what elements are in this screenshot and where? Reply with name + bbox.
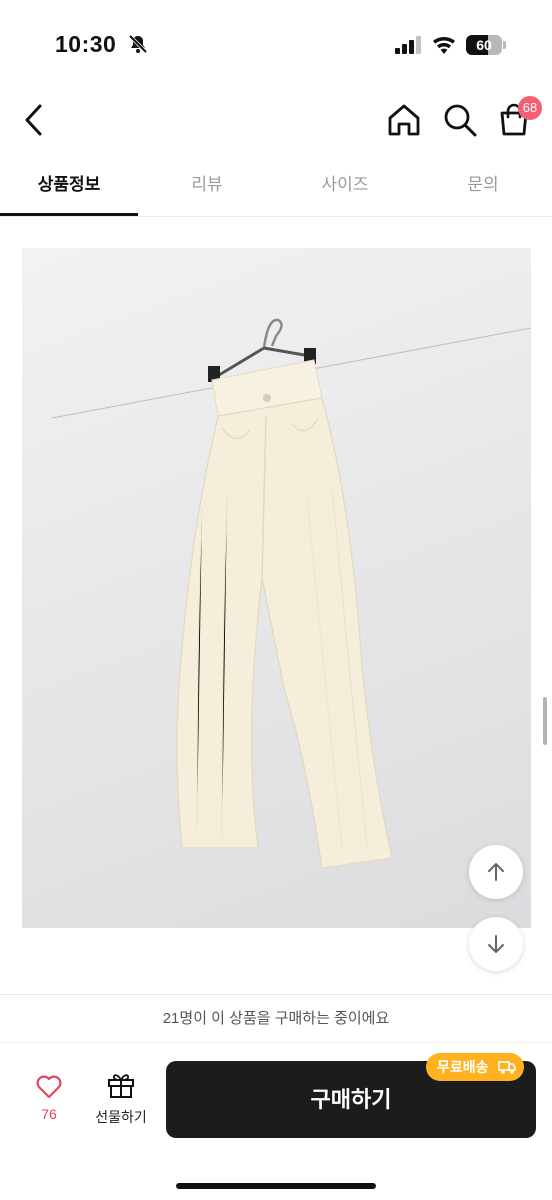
heart-icon bbox=[36, 1075, 62, 1099]
tab-size[interactable]: 사이즈 bbox=[276, 160, 414, 216]
gift-label: 선물하기 bbox=[95, 1109, 147, 1125]
purchase-bar: 21명이 이 상품을 구매하는 중이에요 76 선물하기 구매하기 무료배송 bbox=[0, 994, 552, 1200]
product-image bbox=[22, 248, 531, 928]
gift-icon bbox=[108, 1074, 134, 1098]
cream-pants-illustration bbox=[51, 318, 531, 869]
status-bar: 10:30 60 bbox=[0, 0, 552, 90]
battery-indicator: 60 bbox=[466, 35, 502, 55]
arrow-down-icon bbox=[488, 935, 504, 953]
buyer-count-notice: 21명이 이 상품을 구매하는 중이에요 bbox=[0, 995, 552, 1043]
delivery-truck-icon bbox=[498, 1061, 516, 1074]
home-button[interactable] bbox=[384, 100, 424, 140]
arrow-up-icon bbox=[488, 863, 504, 881]
chevron-left-icon bbox=[25, 104, 42, 136]
cellular-signal-icon bbox=[395, 36, 421, 54]
cart-count-badge: 68 bbox=[518, 96, 542, 120]
search-button[interactable] bbox=[440, 100, 480, 140]
free-shipping-badge: 무료배송 bbox=[426, 1053, 524, 1081]
scroll-to-bottom-button[interactable] bbox=[469, 917, 523, 971]
tab-inquiry[interactable]: 문의 bbox=[414, 160, 552, 216]
home-indicator bbox=[176, 1183, 376, 1189]
scroll-to-top-button[interactable] bbox=[469, 845, 523, 899]
tab-product-info[interactable]: 상품정보 bbox=[0, 160, 138, 216]
product-tabs: 상품정보 리뷰 사이즈 문의 bbox=[0, 160, 552, 217]
app-header bbox=[0, 90, 552, 150]
status-time: 10:30 bbox=[55, 31, 117, 57]
battery-cap bbox=[503, 41, 506, 49]
home-icon bbox=[388, 104, 420, 136]
wifi-icon bbox=[433, 36, 455, 54]
like-count: 76 bbox=[41, 1106, 57, 1122]
search-icon bbox=[444, 104, 477, 137]
free-shipping-label: 무료배송 bbox=[437, 1059, 489, 1075]
battery-level: 60 bbox=[476, 37, 492, 53]
back-button[interactable] bbox=[16, 98, 56, 142]
gift-button[interactable]: 선물하기 bbox=[88, 1071, 154, 1135]
tab-reviews[interactable]: 리뷰 bbox=[138, 160, 276, 216]
page-scrollbar[interactable] bbox=[543, 697, 547, 745]
like-button[interactable]: 76 bbox=[18, 1073, 80, 1135]
bell-off-icon bbox=[128, 34, 148, 54]
